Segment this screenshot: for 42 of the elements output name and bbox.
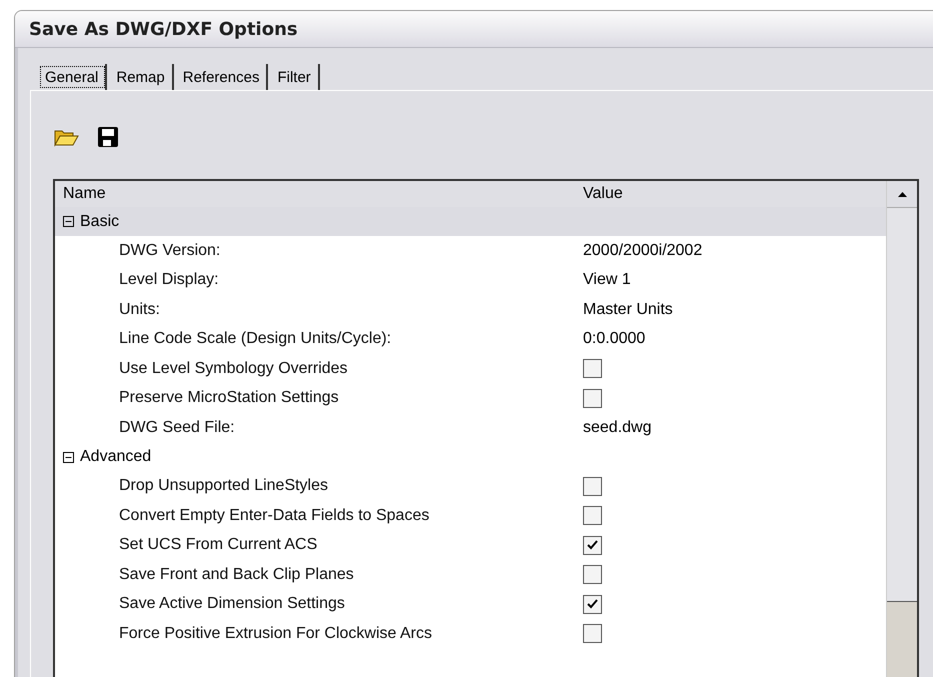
column-header[interactable]: Name xyxy=(55,185,583,203)
group-label: Basic xyxy=(80,212,120,230)
checkbox[interactable] xyxy=(583,388,602,408)
checkbox[interactable] xyxy=(583,506,602,526)
checkbox[interactable] xyxy=(583,594,602,614)
checkbox[interactable] xyxy=(583,624,602,644)
property-name: DWG Version: xyxy=(118,242,222,260)
scrollbar[interactable] xyxy=(886,181,917,677)
checkbox[interactable] xyxy=(583,536,602,555)
group-row[interactable]: Advanced xyxy=(55,442,886,472)
property-name: Save Active Dimension Settings xyxy=(118,595,346,614)
property-name: Set UCS From Current ACS xyxy=(118,536,318,554)
property-name: Use Level Symbology Overrides xyxy=(118,360,349,378)
property-name: Line Code Scale (Design Units/Cycle): xyxy=(118,330,392,348)
save-icon[interactable] xyxy=(97,126,119,148)
property-value[interactable]: 2000/2000i/2002 xyxy=(583,242,702,260)
collapse-icon[interactable] xyxy=(63,216,74,227)
property-name: Force Positive Extrusion For Clockwise Arcs xyxy=(118,624,433,643)
group-label: Advanced xyxy=(80,448,152,466)
checkbox[interactable] xyxy=(583,565,602,584)
checkbox[interactable] xyxy=(583,476,602,496)
property-value[interactable]: seed.dwg xyxy=(583,418,652,437)
property-value[interactable]: View 1 xyxy=(583,271,631,290)
group-row[interactable]: Basic xyxy=(55,207,886,236)
property-name: Units: xyxy=(118,300,161,319)
property-name: DWG Seed File: xyxy=(118,418,236,437)
window-title: Save As DWG/DXF Options xyxy=(29,18,298,40)
column-header[interactable]: Value xyxy=(583,185,623,203)
tab[interactable]: General xyxy=(38,64,108,90)
collapse-icon[interactable] xyxy=(63,452,74,462)
up-arrow-icon xyxy=(898,192,906,196)
property-value[interactable]: 0:0.0000 xyxy=(583,330,646,348)
checkbox[interactable] xyxy=(583,359,602,378)
check-mark-icon xyxy=(586,538,599,552)
check-mark-icon xyxy=(586,598,599,611)
property-name: Preserve MicroStation Settings xyxy=(118,389,340,408)
scroll-up-button[interactable] xyxy=(887,181,917,208)
property-name: Level Display: xyxy=(118,271,220,290)
property-name: Drop Unsupported LineStyles xyxy=(118,477,330,496)
property-value[interactable]: Master Units xyxy=(583,300,673,319)
property-name: Convert Empty Enter-Data Fields to Spaces xyxy=(118,506,430,525)
property-name: Save Front and Back Clip Planes xyxy=(118,566,355,584)
